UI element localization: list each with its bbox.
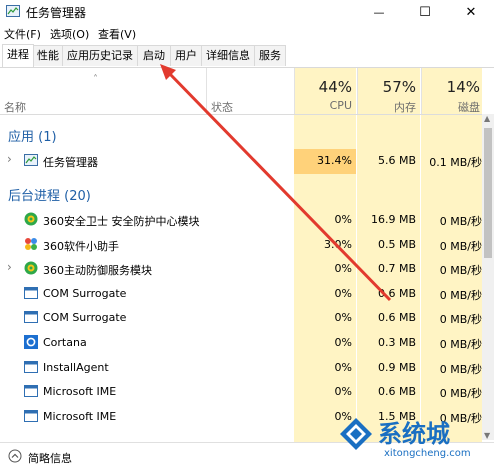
watermark-brand: 系统城 <box>378 420 450 448</box>
collapse-up-icon[interactable] <box>8 449 22 463</box>
site-watermark: 系统城 xitongcheng.com <box>336 412 494 469</box>
watermark-logo-icon <box>340 418 372 450</box>
fewer-details-link[interactable]: 简略信息 <box>28 450 72 466</box>
watermark-url: xitongcheng.com <box>384 448 471 459</box>
annotation-arrow-icon <box>160 64 392 302</box>
